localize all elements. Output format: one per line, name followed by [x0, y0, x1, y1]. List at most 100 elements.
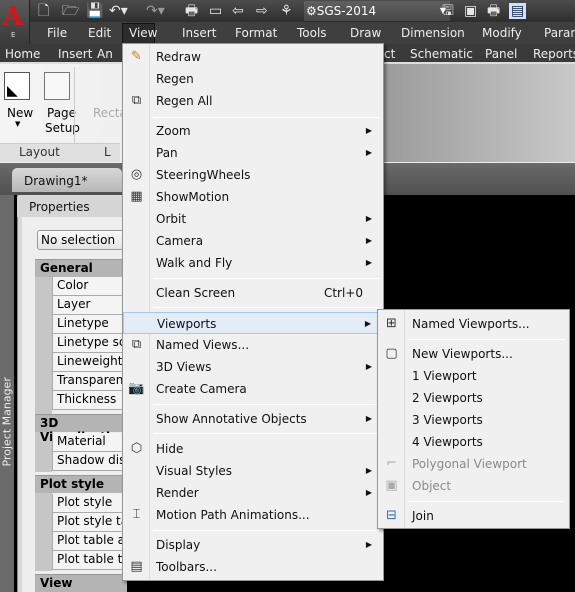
menu-item-object[interactable]: ▣ Object [378, 475, 569, 497]
menu-item-3-viewports[interactable]: 3 Viewports [378, 409, 569, 431]
label: Named Views... [156, 338, 250, 352]
menu-dimension[interactable]: Dimension [401, 22, 465, 44]
new-icon[interactable]: 🗋 [38, 3, 49, 19]
menu-item-new-viewports[interactable]: ▢ New Viewports... [378, 343, 569, 365]
application-menu-button[interactable]: A E [0, 0, 30, 44]
open-icon[interactable]: 🗁 [62, 3, 79, 19]
plot-icon[interactable]: 🖶 [185, 3, 198, 19]
menu-item-toolbars[interactable]: ▤ Toolbars... [123, 556, 383, 578]
label: Visual Styles [156, 464, 233, 478]
property-row[interactable]: Material [52, 433, 127, 452]
tab-schematic[interactable]: Schematic [410, 45, 473, 63]
menu-item-steeringwheels[interactable]: ◎ SteeringWheels [123, 164, 383, 186]
menu-item-named-views[interactable]: ⧉ Named Views... [123, 334, 383, 356]
forward-icon[interactable]: ⇨ [256, 3, 268, 19]
submenu-arrow-icon: ▶ [365, 148, 372, 157]
property-row[interactable]: Transparenc [52, 372, 127, 391]
section-3d-visualization[interactable]: 3D Visualizatio [35, 414, 127, 444]
save-as-icon[interactable]: 🖫 [442, 3, 454, 19]
property-row[interactable]: Plot style [52, 494, 127, 513]
property-row[interactable]: Plot table at [52, 532, 127, 551]
menu-insert[interactable]: Insert [182, 22, 216, 44]
tab-project[interactable]: ct [384, 45, 395, 63]
menu-item-clean-screen[interactable]: Clean Screen Ctrl+0 [123, 282, 383, 304]
view-menu: ✎ Redraw Regen ⧉ Regen All Zoom ▶ Pan ▶ ◎ Ste… [122, 43, 384, 581]
section-general[interactable]: General [35, 259, 127, 277]
menu-item-polygonal-viewport[interactable]: ⌐ Polygonal Viewport [378, 453, 569, 475]
menu-item-walk-and-fly[interactable]: Walk and Fly ▶ [123, 252, 383, 274]
menu-item-3d-views[interactable]: 3D Views ▶ [123, 356, 383, 378]
property-row[interactable]: Layer [52, 296, 127, 315]
menu-param[interactable]: Param [544, 22, 575, 44]
menu-item-redraw[interactable]: ✎ Redraw [123, 46, 383, 68]
menu-item-viewports[interactable]: Viewports ▶ [123, 312, 383, 334]
menu-item-camera[interactable]: Camera ▶ [123, 230, 383, 252]
chevron-down-icon[interactable]: ▼ [15, 120, 20, 128]
hide-cube-icon: ⬡ [130, 441, 143, 456]
menu-item-display[interactable]: Display ▶ [123, 534, 383, 556]
menu-item-hide[interactable]: ⬡ Hide [123, 438, 383, 460]
menu-item-regen[interactable]: Regen [123, 68, 383, 90]
workspace-dropdown[interactable]: ⚙SGS-2014 ▼ [304, 1, 450, 21]
menu-item-show-annotative-objects[interactable]: Show Annotative Objects ▶ [123, 408, 383, 430]
new-layout-icon: ◣ [4, 72, 30, 100]
label: Viewports [157, 317, 217, 331]
menu-item-2-viewports[interactable]: 2 Viewports [378, 387, 569, 409]
properties-title[interactable]: Properties [17, 197, 127, 217]
menu-item-zoom[interactable]: Zoom ▶ [123, 120, 383, 142]
redo-icon[interactable]: ↷▾ [146, 3, 165, 19]
menu-item-showmotion[interactable]: ▦ ShowMotion [123, 186, 383, 208]
section-plot-style[interactable]: Plot style [35, 475, 127, 493]
menu-item-4-viewports[interactable]: 4 Viewports [378, 431, 569, 453]
file-tab-drawing1[interactable]: Drawing1* [12, 168, 122, 192]
object-viewport-icon: ▣ [385, 478, 398, 493]
menu-item-render[interactable]: Render ▶ [123, 482, 383, 504]
project-manager-palette[interactable]: Project Manager [0, 195, 14, 592]
layout-icon[interactable]: ▤ [509, 3, 527, 19]
tab-insert[interactable]: Insert [58, 45, 92, 63]
property-row[interactable]: Thickness [52, 391, 127, 410]
menu-view[interactable]: View [129, 22, 157, 44]
tab-reports[interactable]: Reports [533, 45, 575, 63]
property-row[interactable]: Shadow disp [52, 452, 127, 471]
undo-icon[interactable]: ↶▾ [109, 3, 128, 19]
new-button[interactable]: New [7, 106, 33, 120]
menu-item-pan[interactable]: Pan ▶ [123, 142, 383, 164]
property-row[interactable]: Linetype [52, 315, 127, 334]
property-row[interactable]: Linetype sca [52, 334, 127, 353]
walk-icon[interactable]: ⚘ [280, 3, 293, 19]
property-row[interactable]: Color [52, 277, 127, 296]
save-icon[interactable]: 💾 [86, 3, 103, 19]
menu-item-regen-all[interactable]: ⧉ Regen All [123, 90, 383, 112]
tab-home[interactable]: Home [5, 45, 40, 63]
menu-format[interactable]: Format [235, 22, 277, 44]
tab-panel[interactable]: Panel [485, 45, 517, 63]
menu-item-join[interactable]: ⊟ Join [378, 505, 569, 527]
menu-draw[interactable]: Draw [350, 22, 381, 44]
property-row[interactable]: Plot style tab [52, 513, 127, 532]
toolbars-icon: ▤ [130, 559, 143, 574]
layout-panel-label: Layout [19, 145, 60, 159]
selection-dropdown[interactable]: No selection [37, 230, 127, 250]
page-setup-button[interactable]: Page [47, 106, 76, 120]
property-row[interactable]: Lineweight [52, 353, 127, 372]
menu-file[interactable]: File [47, 22, 67, 44]
menu-edit[interactable]: Edit [88, 22, 111, 44]
menu-item-motion-path-animations[interactable]: ⌶ Motion Path Animations... [123, 504, 383, 526]
menu-item-1-viewport[interactable]: 1 Viewport [378, 365, 569, 387]
open-folder-icon[interactable]: ▭ [209, 3, 222, 19]
menu-modify[interactable]: Modify [482, 22, 522, 44]
submenu-arrow-icon: ▶ [365, 414, 372, 423]
property-row[interactable]: Plot table ty [52, 551, 127, 570]
tab-annotate[interactable]: An [97, 45, 113, 63]
publish-icon[interactable]: ▣ [464, 3, 477, 19]
section-view[interactable]: View [35, 574, 127, 592]
menu-item-named-viewports[interactable]: ⊞ Named Viewports... [378, 313, 569, 335]
menu-item-create-camera[interactable]: 📷 Create Camera [123, 378, 383, 400]
motion-path-icon: ⌶ [132, 507, 141, 522]
menu-item-visual-styles[interactable]: Visual Styles ▶ [123, 460, 383, 482]
menu-item-orbit[interactable]: Orbit ▶ [123, 208, 383, 230]
back-icon[interactable]: ⇦ [232, 3, 244, 19]
print-icon[interactable]: 🖶 [487, 3, 500, 19]
menu-tools[interactable]: Tools [297, 22, 327, 44]
